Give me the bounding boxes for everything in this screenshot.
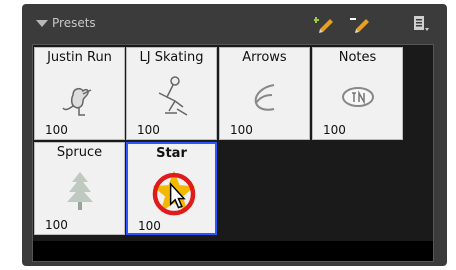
preset-name: Spruce	[56, 145, 103, 160]
preset-tile-notes[interactable]: Notes 100	[312, 47, 403, 140]
preset-tile-star[interactable]: Star 100	[126, 142, 217, 235]
preset-name: Notes	[338, 50, 377, 65]
notes-thumbnail-icon	[342, 87, 374, 107]
empty-area	[33, 241, 433, 261]
preset-value: 100	[138, 219, 161, 233]
preset-tile-arrows[interactable]: Arrows 100	[219, 47, 310, 140]
preset-value: 100	[137, 123, 160, 137]
preset-name: Star	[156, 146, 187, 161]
preset-tile-spruce[interactable]: Spruce 100	[34, 142, 125, 235]
character-thumbnail-icon	[62, 87, 92, 116]
presets-panel: Presets Justin Run 100 LJ Skating 100 Ar…	[22, 4, 447, 266]
edit-preset-icon[interactable]	[350, 14, 372, 34]
arrows-thumbnail-icon	[254, 84, 275, 111]
star-thumbnail-icon	[152, 170, 196, 216]
preset-value: 100	[45, 123, 68, 137]
presets-grid: Justin Run 100 LJ Skating 100 Arrows 100…	[32, 44, 434, 262]
panel-menu-icon[interactable]	[410, 14, 432, 34]
preset-tile-justin-run[interactable]: Justin Run 100	[34, 47, 125, 140]
preset-name: LJ Skating	[139, 50, 204, 65]
skater-thumbnail-icon	[158, 76, 188, 116]
presets-header: Presets	[22, 4, 447, 44]
tree-thumbnail-icon	[67, 172, 93, 210]
preset-value: 100	[323, 123, 346, 137]
panel-title: Presets	[52, 16, 96, 30]
preset-value: 100	[230, 123, 253, 137]
preset-name: Justin Run	[47, 50, 112, 65]
new-preset-icon[interactable]	[314, 14, 336, 34]
collapse-triangle-icon[interactable]	[36, 20, 48, 27]
preset-tile-lj-skating[interactable]: LJ Skating 100	[126, 47, 217, 140]
preset-name: Arrows	[242, 50, 287, 65]
preset-value: 100	[45, 218, 68, 232]
